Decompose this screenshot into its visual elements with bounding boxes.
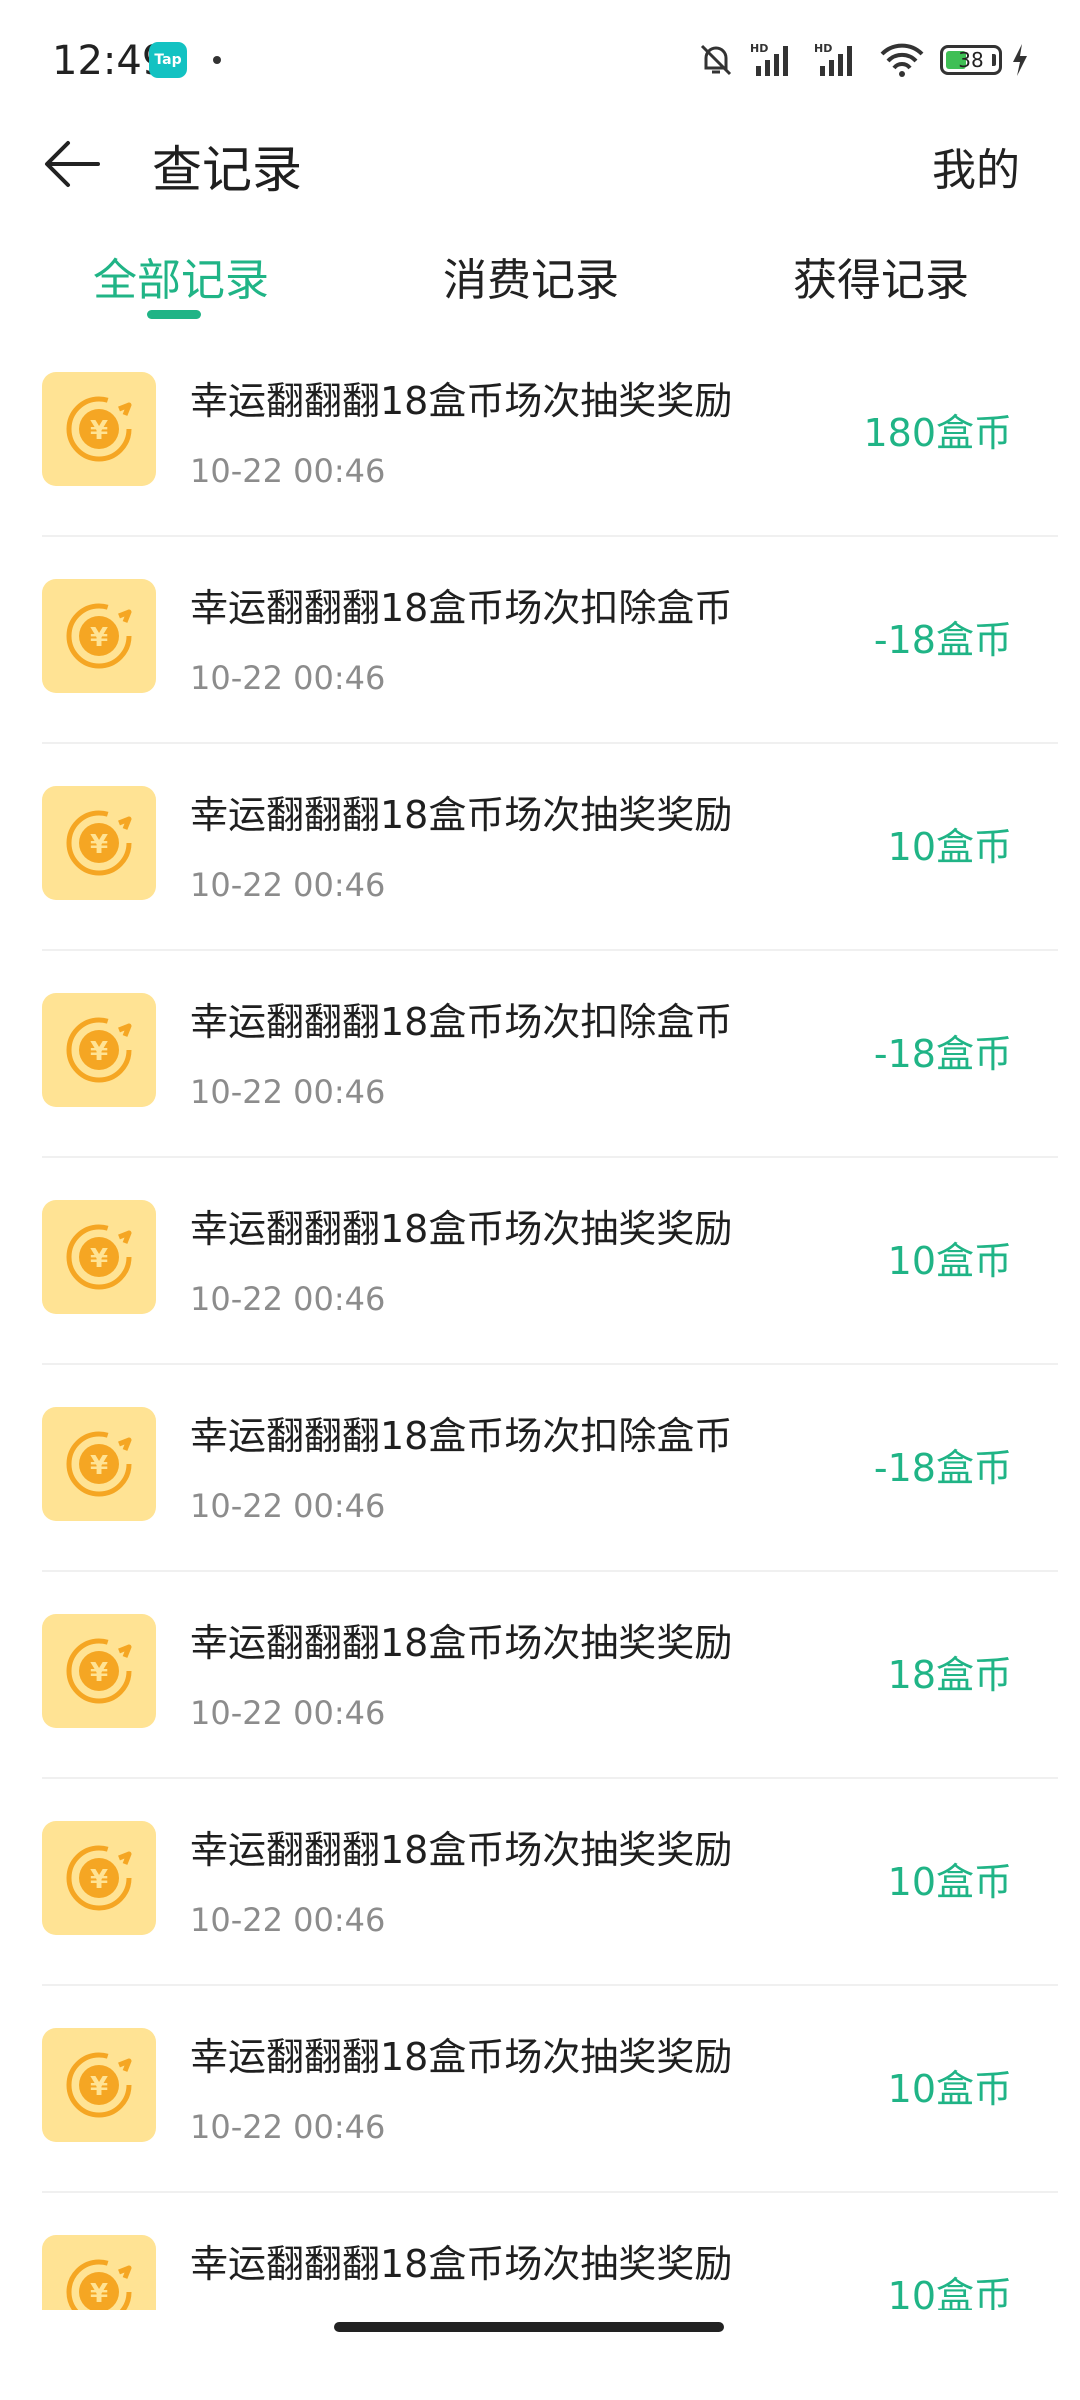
records-list[interactable]: ¥ 幸运翻翻翻18盒币场次抽奖奖励 10-22 00:46 180盒币 ¥ 幸运… — [0, 330, 1080, 2310]
record-title: 幸运翻翻翻18盒币场次抽奖奖励 — [190, 1828, 733, 1872]
record-amount: 180盒币 — [863, 411, 1012, 455]
record-time: 10-22 00:46 — [190, 1280, 386, 1318]
record-title: 幸运翻翻翻18盒币场次扣除盒币 — [190, 1000, 733, 1044]
status-icons: HD HD 38 — [696, 38, 1030, 82]
record-row[interactable]: ¥ 幸运翻翻翻18盒币场次抽奖奖励 10-22 00:46 10盒币 — [0, 1158, 1080, 1365]
record-time: 10-22 00:46 — [190, 659, 386, 697]
record-title: 幸运翻翻翻18盒币场次扣除盒币 — [190, 1414, 733, 1458]
record-row[interactable]: ¥ 幸运翻翻翻18盒币场次抽奖奖励 10-22 00:46 10盒币 — [0, 1779, 1080, 1986]
record-row[interactable]: ¥ 幸运翻翻翻18盒币场次抽奖奖励 10-22 00:46 10盒币 — [0, 744, 1080, 951]
mine-link[interactable]: 我的 — [932, 134, 1020, 198]
record-row[interactable]: ¥ 幸运翻翻翻18盒币场次抽奖奖励 10-22 00:46 18盒币 — [0, 1572, 1080, 1779]
record-title: 幸运翻翻翻18盒币场次抽奖奖励 — [190, 2242, 733, 2286]
signal-hd-2-icon: HD — [814, 40, 864, 80]
record-time: 10-22 00:46 — [190, 2108, 386, 2146]
record-amount: -18盒币 — [873, 618, 1012, 662]
record-title: 幸运翻翻翻18盒币场次抽奖奖励 — [190, 2035, 733, 2079]
coin-icon: ¥ — [42, 1821, 156, 1935]
page-title: 查记录 — [152, 141, 302, 199]
record-title: 幸运翻翻翻18盒币场次抽奖奖励 — [190, 379, 733, 423]
record-title: 幸运翻翻翻18盒币场次扣除盒币 — [190, 586, 733, 630]
record-time: 10-22 00:46 — [190, 1487, 386, 1525]
record-time: 10-22 00:46 — [190, 452, 386, 490]
record-amount: 18盒币 — [887, 1653, 1012, 1697]
charging-bolt-icon — [1010, 42, 1030, 78]
record-row[interactable]: ¥ 幸运翻翻翻18盒币场次抽奖奖励 10-22 00:46 180盒币 — [0, 330, 1080, 537]
svg-text:¥: ¥ — [90, 1865, 108, 1895]
record-amount: -18盒币 — [873, 1446, 1012, 1490]
tab-spend-records[interactable]: 消费记录 — [436, 244, 626, 308]
home-indicator[interactable] — [334, 2322, 724, 2332]
records-page: 12:49 Tap HD HD 38 查记录 我的 全部记录 消费记录 获得记录… — [0, 0, 1080, 2400]
svg-text:¥: ¥ — [90, 1451, 108, 1481]
back-arrow-icon — [45, 141, 100, 187]
svg-text:¥: ¥ — [90, 1037, 108, 1067]
record-amount: 10盒币 — [887, 1239, 1012, 1283]
battery-level: 38 — [958, 48, 984, 72]
record-time: 10-22 00:46 — [190, 1694, 386, 1732]
tab-earn-records[interactable]: 获得记录 — [786, 244, 976, 308]
signal-hd-1-icon: HD — [750, 40, 800, 80]
record-title: 幸运翻翻翻18盒币场次抽奖奖励 — [190, 1207, 733, 1251]
record-row[interactable]: ¥ 幸运翻翻翻18盒币场次扣除盒币 10-22 00:46 -18盒币 — [0, 951, 1080, 1158]
record-row[interactable]: ¥ 幸运翻翻翻18盒币场次抽奖奖励 10-22 00:46 10盒币 — [0, 1986, 1080, 2193]
record-tabs: 全部记录 消费记录 获得记录 — [0, 232, 1080, 332]
record-title: 幸运翻翻翻18盒币场次抽奖奖励 — [190, 1621, 733, 1665]
tab-all-records[interactable]: 全部记录 — [86, 244, 276, 308]
coin-icon: ¥ — [42, 1407, 156, 1521]
back-button[interactable] — [40, 132, 104, 196]
app-header: 查记录 我的 — [0, 110, 1080, 210]
record-amount: -18盒币 — [873, 1032, 1012, 1076]
record-time: 10-22 00:46 — [190, 866, 386, 904]
record-amount: 10盒币 — [887, 1860, 1012, 1904]
notification-dot-icon — [213, 56, 221, 64]
svg-text:HD: HD — [814, 42, 832, 55]
record-row[interactable]: ¥ 幸运翻翻翻18盒币场次扣除盒币 10-22 00:46 -18盒币 — [0, 537, 1080, 744]
active-tab-indicator — [147, 310, 201, 319]
svg-text:¥: ¥ — [90, 1244, 108, 1274]
coin-icon: ¥ — [42, 993, 156, 1107]
coin-icon: ¥ — [42, 2235, 156, 2310]
record-row[interactable]: ¥ 幸运翻翻翻18盒币场次扣除盒币 10-22 00:46 -18盒币 — [0, 1365, 1080, 1572]
coin-icon: ¥ — [42, 1200, 156, 1314]
battery-icon: 38 — [940, 45, 1002, 75]
record-amount: 10盒币 — [887, 2274, 1012, 2310]
wifi-icon — [878, 40, 926, 80]
coin-icon: ¥ — [42, 786, 156, 900]
record-time: 10-22 00:46 — [190, 1901, 386, 1939]
record-time: 10-22 00:46 — [190, 1073, 386, 1111]
svg-text:¥: ¥ — [90, 830, 108, 860]
svg-text:¥: ¥ — [90, 2072, 108, 2102]
status-bar: 12:49 Tap HD HD 38 — [0, 0, 1080, 120]
coin-icon: ¥ — [42, 2028, 156, 2142]
svg-text:¥: ¥ — [90, 1658, 108, 1688]
record-amount: 10盒币 — [887, 825, 1012, 869]
record-title: 幸运翻翻翻18盒币场次抽奖奖励 — [190, 793, 733, 837]
coin-icon: ¥ — [42, 372, 156, 486]
record-row[interactable]: ¥ 幸运翻翻翻18盒币场次抽奖奖励 10盒币 — [0, 2193, 1080, 2310]
svg-text:¥: ¥ — [90, 416, 108, 446]
svg-text:HD: HD — [750, 42, 768, 55]
record-amount: 10盒币 — [887, 2067, 1012, 2111]
mute-bell-icon — [696, 40, 736, 80]
coin-icon: ¥ — [42, 579, 156, 693]
svg-text:¥: ¥ — [90, 623, 108, 653]
svg-text:¥: ¥ — [90, 2279, 108, 2309]
tap-app-icon: Tap — [149, 42, 187, 78]
coin-icon: ¥ — [42, 1614, 156, 1728]
